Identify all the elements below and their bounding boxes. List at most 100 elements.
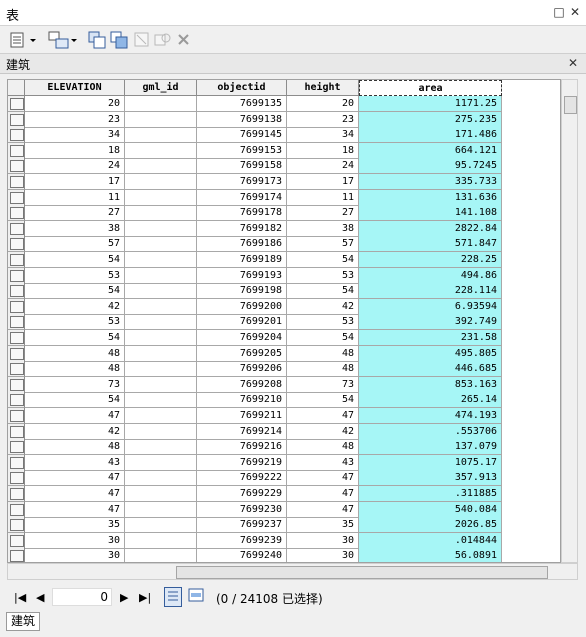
row-selector[interactable] — [8, 532, 25, 549]
cell-height[interactable]: 35 — [287, 517, 359, 534]
cell-elevation[interactable]: 53 — [25, 267, 125, 284]
cell-elevation[interactable]: 47 — [25, 408, 125, 424]
cell-elevation[interactable]: 57 — [25, 236, 125, 253]
cell-area[interactable]: 228.25 — [359, 252, 502, 268]
row-selector[interactable] — [8, 486, 25, 502]
table-row[interactable]: 53 7699193 53 494.86 — [8, 267, 508, 284]
cell-area[interactable]: 171.486 — [359, 127, 502, 144]
cell-objectid[interactable]: 7699198 — [197, 283, 287, 300]
cell-objectid[interactable]: 7699205 — [197, 345, 287, 362]
cell-area[interactable]: 131.636 — [359, 189, 502, 206]
table-row[interactable]: 73 7699208 73 853.163 — [8, 376, 508, 393]
table-row[interactable]: 53 7699201 53 392.749 — [8, 314, 508, 331]
row-selector[interactable] — [8, 252, 25, 268]
cell-height[interactable]: 47 — [287, 470, 359, 487]
cell-objectid[interactable]: 7699173 — [197, 174, 287, 190]
cell-area[interactable]: 2026.85 — [359, 517, 502, 534]
cell-elevation[interactable]: 48 — [25, 345, 125, 362]
row-selector[interactable] — [8, 142, 25, 159]
row-selector[interactable] — [8, 345, 25, 362]
cell-height[interactable]: 48 — [287, 361, 359, 378]
cell-area[interactable]: 494.86 — [359, 267, 502, 284]
cell-elevation[interactable]: 43 — [25, 454, 125, 471]
cell-height[interactable]: 20 — [287, 96, 359, 112]
cell-area[interactable]: 474.193 — [359, 408, 502, 424]
switch-selection-icon[interactable] — [110, 31, 128, 49]
table-row[interactable]: 54 7699210 54 265.14 — [8, 392, 508, 409]
cell-gml_id[interactable] — [125, 298, 197, 315]
cell-gml_id[interactable] — [125, 314, 197, 331]
cell-height[interactable]: 43 — [287, 454, 359, 471]
cell-area[interactable]: 265.14 — [359, 392, 502, 409]
cell-objectid[interactable]: 7699193 — [197, 267, 287, 284]
row-selector[interactable] — [8, 470, 25, 487]
cell-elevation[interactable]: 20 — [25, 96, 125, 112]
show-all-records-icon[interactable] — [164, 587, 182, 607]
cell-height[interactable]: 73 — [287, 376, 359, 393]
last-record-icon[interactable]: ▶| — [139, 591, 151, 604]
cell-height[interactable]: 30 — [287, 548, 359, 562]
row-selector[interactable] — [8, 267, 25, 284]
cell-height[interactable]: 34 — [287, 127, 359, 144]
row-selector[interactable] — [8, 408, 25, 424]
row-selector[interactable] — [8, 330, 25, 346]
cell-gml_id[interactable] — [125, 532, 197, 549]
zoom-to-selected-icon[interactable] — [154, 31, 172, 49]
table-row[interactable]: 54 7699204 54 231.58 — [8, 330, 508, 346]
row-selector[interactable] — [8, 111, 25, 128]
cell-height[interactable]: 48 — [287, 439, 359, 456]
row-selector[interactable] — [8, 158, 25, 175]
cell-gml_id[interactable] — [125, 142, 197, 159]
scrollbar-thumb[interactable] — [564, 96, 577, 114]
column-header-elevation[interactable]: ELEVATION — [25, 80, 125, 96]
select-by-attributes-icon[interactable] — [88, 31, 106, 49]
table-row[interactable]: 48 7699205 48 495.805 — [8, 345, 508, 362]
row-selector[interactable] — [8, 314, 25, 331]
cell-objectid[interactable]: 7699222 — [197, 470, 287, 487]
cell-gml_id[interactable] — [125, 96, 197, 112]
table-row[interactable]: 27 7699178 27 141.108 — [8, 205, 508, 222]
cell-objectid[interactable]: 7699189 — [197, 252, 287, 268]
cell-gml_id[interactable] — [125, 252, 197, 268]
row-selector[interactable] — [8, 174, 25, 190]
cell-area[interactable]: 141.108 — [359, 205, 502, 222]
cell-gml_id[interactable] — [125, 454, 197, 471]
close-icon[interactable]: ✕ — [568, 5, 582, 19]
row-selector[interactable] — [8, 392, 25, 409]
row-selector[interactable] — [8, 376, 25, 393]
cell-area[interactable]: 335.733 — [359, 174, 502, 190]
cell-height[interactable]: 47 — [287, 486, 359, 502]
cell-elevation[interactable]: 30 — [25, 532, 125, 549]
table-row[interactable]: 23 7699138 23 275.235 — [8, 111, 508, 128]
cell-height[interactable]: 24 — [287, 158, 359, 175]
cell-height[interactable]: 27 — [287, 205, 359, 222]
cell-gml_id[interactable] — [125, 189, 197, 206]
cell-height[interactable]: 47 — [287, 408, 359, 424]
cell-gml_id[interactable] — [125, 423, 197, 440]
cell-gml_id[interactable] — [125, 345, 197, 362]
cell-gml_id[interactable] — [125, 330, 197, 346]
row-selector[interactable] — [8, 189, 25, 206]
cell-height[interactable]: 57 — [287, 236, 359, 253]
table-options-icon[interactable] — [10, 31, 38, 49]
cell-objectid[interactable]: 7699145 — [197, 127, 287, 144]
cell-elevation[interactable]: 24 — [25, 158, 125, 175]
delete-selected-icon[interactable] — [176, 31, 192, 49]
cell-elevation[interactable]: 34 — [25, 127, 125, 144]
row-selector[interactable] — [8, 548, 25, 562]
table-row[interactable]: 47 7699229 47.311885 — [8, 486, 508, 502]
cell-area[interactable]: 495.805 — [359, 345, 502, 362]
cell-area[interactable]: 2822.84 — [359, 220, 502, 237]
cell-gml_id[interactable] — [125, 205, 197, 222]
row-selector[interactable] — [8, 283, 25, 300]
cell-height[interactable]: 42 — [287, 423, 359, 440]
cell-gml_id[interactable] — [125, 158, 197, 175]
cell-area[interactable]: 1075.17 — [359, 454, 502, 471]
cell-elevation[interactable]: 11 — [25, 189, 125, 206]
row-selector[interactable] — [8, 439, 25, 456]
cell-height[interactable]: 54 — [287, 330, 359, 346]
current-record-field[interactable]: 0 — [52, 588, 112, 606]
table-row[interactable]: 48 7699206 48 446.685 — [8, 361, 508, 378]
cell-area[interactable]: 571.847 — [359, 236, 502, 253]
cell-objectid[interactable]: 7699138 — [197, 111, 287, 128]
